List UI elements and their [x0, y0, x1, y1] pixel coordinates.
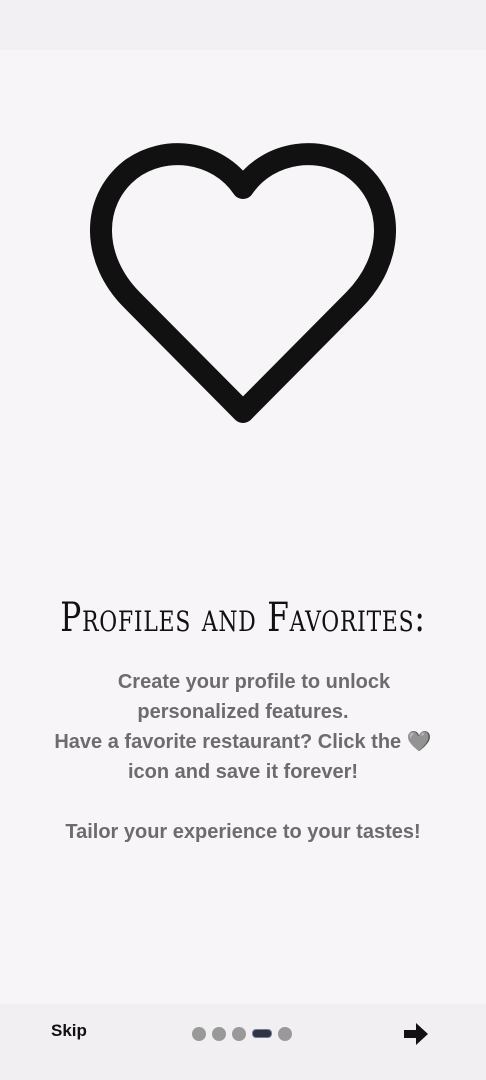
page-dot-2[interactable] [212, 1026, 226, 1041]
description-line: Have a favorite restaurant? Click the 🩶 [54, 731, 432, 753]
page-dot-1[interactable] [192, 1026, 206, 1041]
page-title: Profiles and Favorites: [60, 595, 426, 641]
description-line: Tailor your experience to your tastes! [65, 821, 421, 843]
page-dot-4-active[interactable] [252, 1029, 272, 1038]
description-spacer [0, 787, 486, 817]
description-text: Create your profile to unlock personaliz… [0, 667, 486, 847]
status-bar [0, 0, 486, 50]
skip-button[interactable]: Skip [51, 1021, 87, 1041]
arrow-right-icon [404, 1023, 428, 1045]
heart-outline-icon [82, 140, 404, 430]
description-line: icon and save it forever! [127, 761, 359, 783]
onboarding-screen: Profiles and Favorites: Create your prof… [0, 0, 486, 1080]
page-dot-3[interactable] [232, 1026, 246, 1041]
next-button[interactable] [402, 1020, 430, 1048]
description-line: Create your profile to unlock [117, 671, 391, 693]
description-line: personalized features. [137, 701, 349, 723]
page-indicator [192, 1026, 292, 1041]
page-dot-5[interactable] [278, 1026, 292, 1041]
